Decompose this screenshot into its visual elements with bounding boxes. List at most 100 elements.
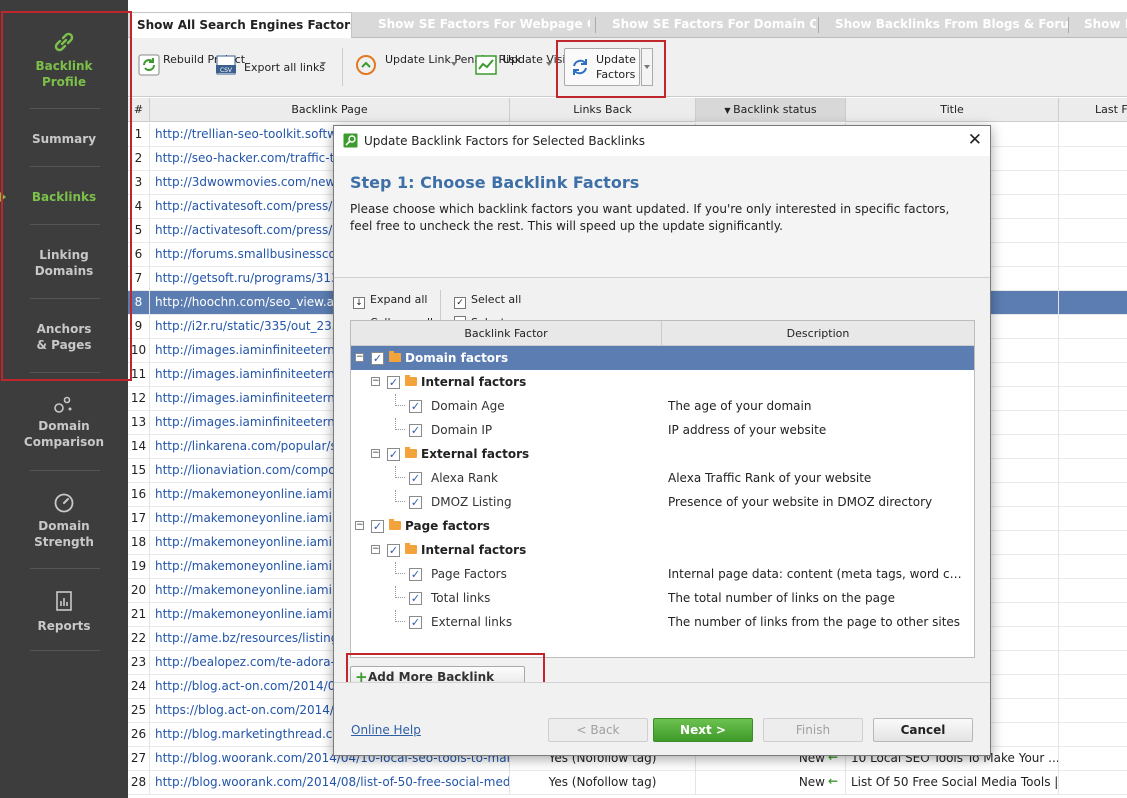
divider: [30, 166, 100, 167]
collapse-toggle-icon[interactable]: −: [371, 377, 380, 386]
tree-row[interactable]: ✓ Domain IP IP address of your website: [351, 418, 974, 442]
update-factors-button[interactable]: Update Factors: [564, 48, 653, 86]
factor-label: DMOZ Listing: [431, 495, 512, 509]
sidebar-item-backlinks[interactable]: Backlinks: [0, 189, 128, 205]
sidebar-item-linking-domains[interactable]: Linking Domains: [0, 247, 128, 279]
column-header-last-found[interactable]: Last F: [1059, 98, 1127, 122]
row-number: 20: [128, 579, 150, 603]
row-number: 19: [128, 555, 150, 579]
tree-row[interactable]: − ✓ Page factors: [351, 514, 974, 538]
tab-se-factors-domain[interactable]: Show SE Factors For Domain Only: [606, 12, 816, 38]
tab-se-factors-webpage[interactable]: Show SE Factors For Webpage Only: [372, 12, 590, 38]
chevron-down-icon[interactable]: [641, 48, 653, 86]
column-header-links-back[interactable]: Links Back: [510, 98, 696, 122]
next-button[interactable]: Next >: [653, 718, 753, 742]
row-number: 4: [128, 195, 150, 219]
chevron-down-icon[interactable]: [451, 62, 457, 66]
factor-checkbox[interactable]: ✓: [371, 352, 384, 365]
checkbox-checked-icon: ✓: [454, 297, 466, 309]
tree-connector: [395, 394, 405, 406]
factor-checkbox[interactable]: ✓: [409, 496, 422, 509]
tree-row[interactable]: ✓ DMOZ Listing Presence of your website in…: [351, 490, 974, 514]
collapse-toggle-icon[interactable]: −: [355, 353, 364, 362]
collapse-toggle-icon[interactable]: −: [371, 545, 380, 554]
close-icon[interactable]: ✕: [968, 130, 982, 150]
tab-backlinks-blogs-forums[interactable]: Show Backlinks From Blogs & Foru...: [829, 12, 1069, 38]
rebuild-project-button[interactable]: Rebuild Project: [136, 38, 245, 97]
column-header-factor[interactable]: Backlink Factor: [351, 321, 662, 346]
row-number: 5: [128, 219, 150, 243]
row-number: 6: [128, 243, 150, 267]
finish-button[interactable]: Finish: [763, 718, 863, 742]
divider: [1068, 17, 1069, 33]
export-all-links-button[interactable]: CSV Export all links: [214, 38, 334, 97]
factor-label: Page Factors: [431, 567, 507, 581]
collapse-toggle-icon[interactable]: −: [355, 521, 364, 530]
sidebar-item-label: Domain Comparison: [23, 419, 105, 449]
last-found-cell: [1059, 363, 1127, 387]
sidebar-item-backlink-profile[interactable]: Backlink Profile: [0, 30, 128, 90]
tree-row[interactable]: ✓ Page Factors Internal page data: content…: [351, 562, 974, 586]
row-number: 14: [128, 435, 150, 459]
update-visits-button[interactable]: Update Visits: [474, 38, 576, 97]
sidebar-item-reports[interactable]: Reports: [0, 590, 128, 634]
penalty-icon: [356, 55, 376, 75]
tree-row[interactable]: − ✓ Internal factors: [351, 370, 974, 394]
tree-row[interactable]: − ✓ Internal factors: [351, 538, 974, 562]
tree-connector: [395, 418, 405, 430]
row-number: 18: [128, 531, 150, 555]
cancel-button[interactable]: Cancel: [873, 718, 973, 742]
online-help-link[interactable]: Online Help: [351, 723, 421, 737]
factor-checkbox[interactable]: ✓: [387, 448, 400, 461]
dialog-header: Step 1: Choose Backlink Factors Please c…: [334, 156, 990, 278]
tree-row[interactable]: ✓ Domain Age The age of your domain: [351, 394, 974, 418]
tree-row[interactable]: ✓ External links The number of links from …: [351, 610, 974, 634]
sidebar-item-label: Backlinks: [31, 190, 97, 204]
report-icon: [56, 591, 72, 611]
tab-all-search-engines-factors[interactable]: Show All Search Engines Factors: [130, 12, 352, 38]
factor-checkbox[interactable]: ✓: [371, 520, 384, 533]
sidebar-item-domain-strength[interactable]: Domain Strength: [0, 492, 128, 550]
last-found-cell: [1059, 651, 1127, 675]
control-label: Select all: [471, 293, 522, 306]
factor-checkbox[interactable]: ✓: [409, 472, 422, 485]
table-row[interactable]: 28 http://blog.woorank.com/2014/08/list-o…: [128, 771, 1127, 795]
factor-checkbox[interactable]: ✓: [409, 424, 422, 437]
sidebar-item-summary[interactable]: Summary: [0, 131, 128, 147]
factor-checkbox[interactable]: ✓: [409, 616, 422, 629]
collapse-toggle-icon[interactable]: −: [371, 449, 380, 458]
column-header-backlink-page[interactable]: Backlink Page: [150, 98, 510, 122]
column-header-description[interactable]: Description: [662, 321, 974, 346]
sidebar-item-anchors-pages[interactable]: Anchors & Pages: [0, 321, 128, 353]
factor-checkbox[interactable]: ✓: [409, 592, 422, 605]
dialog-footer: Online Help < Back Next > Finish Cancel: [334, 682, 990, 755]
tree-row[interactable]: − ✓ Domain factors: [351, 346, 974, 370]
last-found-cell: [1059, 123, 1127, 147]
chevron-down-icon[interactable]: [546, 62, 552, 66]
sidebar-item-domain-comparison[interactable]: Domain Comparison: [0, 394, 128, 450]
chevron-down-icon[interactable]: [320, 62, 326, 66]
factor-label: External links: [431, 615, 513, 629]
select-all-button[interactable]: ✓ Select all: [454, 293, 521, 309]
row-number: 10: [128, 339, 150, 363]
row-number: 1: [128, 123, 150, 147]
divider: [30, 372, 100, 373]
row-number: 26: [128, 723, 150, 747]
tab-show-b[interactable]: Show B: [1078, 12, 1127, 38]
expand-all-button[interactable]: ↓ Expand all: [353, 293, 428, 309]
update-link-penalty-risk-button[interactable]: Update Link Penalty Risk: [354, 38, 521, 97]
folder-icon: [405, 375, 417, 386]
factor-checkbox[interactable]: ✓: [387, 376, 400, 389]
column-header-label: Backlink status: [733, 103, 817, 116]
tree-row[interactable]: ✓ Alexa Rank Alexa Traffic Rank of your we…: [351, 466, 974, 490]
factor-checkbox[interactable]: ✓: [387, 544, 400, 557]
factor-checkbox[interactable]: ✓: [409, 568, 422, 581]
column-header-number[interactable]: #: [128, 98, 150, 122]
column-header-backlink-status[interactable]: ▼ Backlink status: [696, 98, 846, 122]
column-header-title[interactable]: Title: [846, 98, 1059, 122]
tree-row[interactable]: − ✓ External factors: [351, 442, 974, 466]
factor-checkbox[interactable]: ✓: [409, 400, 422, 413]
tree-row[interactable]: ✓ Total links The total number of links on…: [351, 586, 974, 610]
back-button[interactable]: < Back: [548, 718, 648, 742]
backlink-url[interactable]: http://blog.woorank.com/2014/08/list-of-…: [150, 771, 510, 795]
